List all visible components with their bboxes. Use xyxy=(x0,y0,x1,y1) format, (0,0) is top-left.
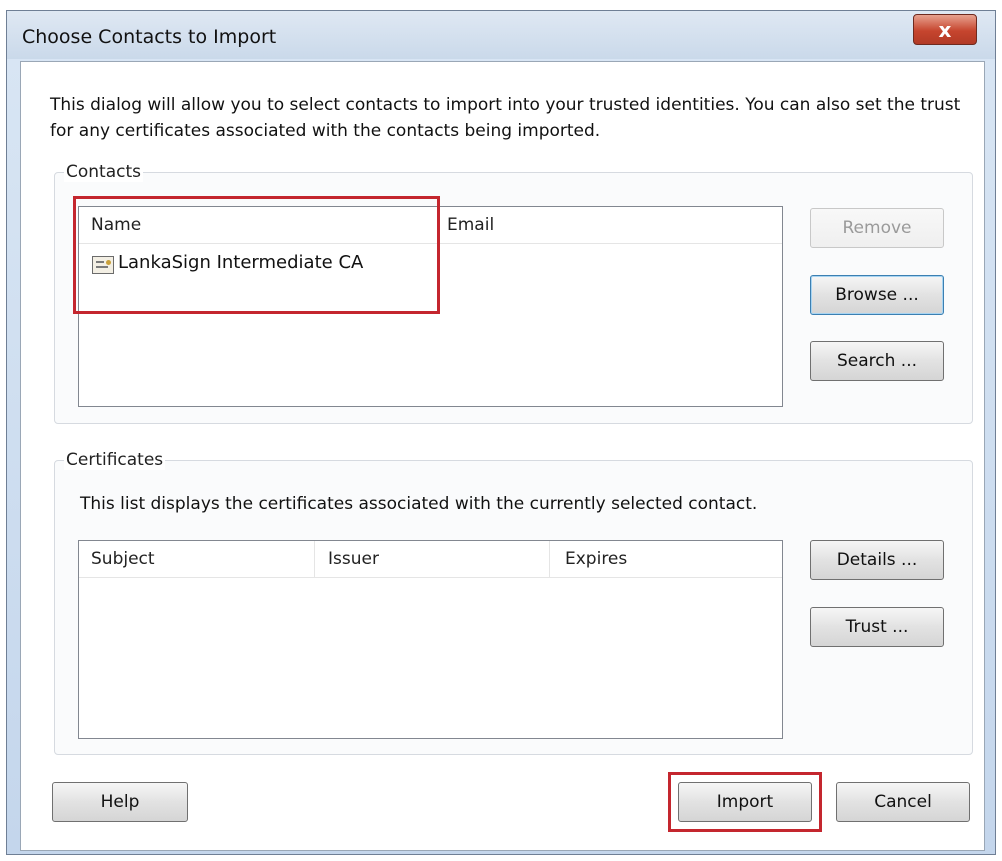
search-button[interactable]: Search ... xyxy=(810,341,944,381)
trust-button[interactable]: Trust ... xyxy=(810,607,944,647)
certificates-description: This list displays the certificates asso… xyxy=(80,494,758,514)
remove-button[interactable]: Remove xyxy=(810,208,944,248)
window-title: Choose Contacts to Import xyxy=(22,26,277,48)
certificates-group-label: Certificates xyxy=(64,450,166,470)
certificates-list[interactable]: Subject Issuer Expires xyxy=(78,540,783,739)
cancel-button[interactable]: Cancel xyxy=(836,782,970,822)
browse-button[interactable]: Browse ... xyxy=(810,275,944,315)
contacts-group-label: Contacts xyxy=(64,162,143,182)
close-icon: x xyxy=(938,17,952,42)
help-button[interactable]: Help xyxy=(52,782,188,822)
choose-contacts-dialog: Choose Contacts to Import x This dialog … xyxy=(0,0,1002,861)
column-header-expires[interactable]: Expires xyxy=(549,541,782,577)
column-header-email[interactable]: Email xyxy=(437,207,782,243)
close-button[interactable]: x xyxy=(913,14,977,45)
highlight-box-contact xyxy=(73,196,440,314)
certificates-list-header: Subject Issuer Expires xyxy=(79,541,782,578)
intro-text: This dialog will allow you to select con… xyxy=(50,95,961,141)
details-button[interactable]: Details ... xyxy=(810,540,944,580)
highlight-box-import xyxy=(668,772,822,832)
column-header-subject[interactable]: Subject xyxy=(79,541,314,577)
column-header-issuer[interactable]: Issuer xyxy=(314,541,549,577)
